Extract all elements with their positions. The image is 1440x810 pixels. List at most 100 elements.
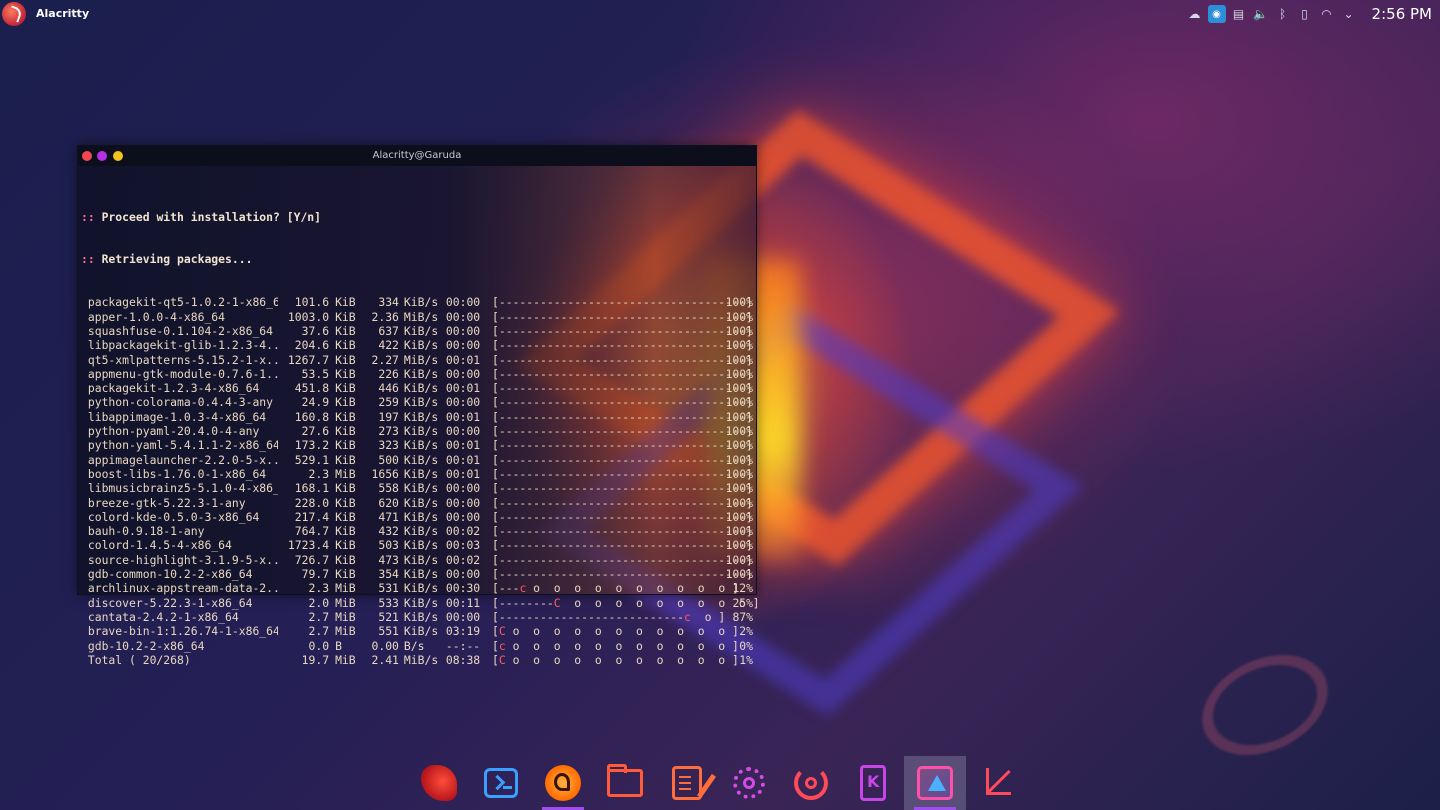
eta: 00:00: [445, 509, 481, 524]
size-unit: MiB: [335, 652, 356, 667]
dock-item-settings[interactable]: [718, 756, 780, 810]
battery-icon[interactable]: ▯: [1296, 5, 1314, 23]
dock-item-software-store[interactable]: [904, 756, 966, 810]
rate-unit: KiB/s: [403, 438, 439, 453]
size-unit: MiB: [335, 466, 356, 481]
package-name: discover-5.22.3-1-x86_64: [81, 595, 253, 610]
download-row: gdb-10.2-2-x86_64 0.0 B 0.00 B/s --:-- [c o o …: [81, 639, 753, 653]
download-rate: 354: [378, 567, 399, 582]
size-unit: KiB: [335, 538, 356, 553]
progress-percent: 100%: [725, 567, 754, 582]
package-name: packagekit-qt5-1.0.2-1-x86_64: [81, 295, 278, 310]
size-unit: KiB: [335, 381, 356, 396]
size-unit: KiB: [335, 481, 356, 496]
shield-icon[interactable]: ◉: [1207, 5, 1226, 23]
settings-icon: [733, 767, 765, 799]
rate-unit: KiB/s: [403, 295, 439, 310]
dock-item-file-manager[interactable]: [594, 756, 656, 810]
progress-percent: 100%: [725, 524, 754, 539]
package-size: 2.7: [308, 609, 330, 624]
chevron-down-icon[interactable]: ⌄: [1340, 5, 1358, 23]
package-name: boost-libs-1.76.0-1-x86_64: [81, 466, 267, 481]
eta: 00:00: [445, 338, 481, 353]
dock-item-screenshot-crop[interactable]: [966, 756, 1028, 810]
clock[interactable]: 2:56 PM: [1372, 5, 1432, 23]
progress-bar: [------------------------------------]: [492, 538, 753, 553]
terminal-output[interactable]: :: Proceed with installation? [Y/n] :: R…: [81, 181, 759, 696]
garuda-menu-icon[interactable]: [2, 2, 26, 26]
package-size: 764.7: [294, 524, 330, 539]
eta: 00:02: [445, 524, 481, 539]
eta: 00:30: [445, 581, 481, 596]
download-row: appmenu-gtk-module-0.7.6-1... 53.5 KiB 226 K…: [81, 367, 753, 381]
package-name: colord-1.4.5-4-x86_64: [81, 538, 232, 553]
pacman-progress-icon: C: [553, 595, 561, 610]
eta: 00:11: [445, 595, 481, 610]
download-row: packagekit-1.2.3-4-x86_64 451.8 KiB 446 KiB/…: [81, 381, 753, 395]
download-row: breeze-gtk-5.22.3-1-any 228.0 KiB 620 KiB/s 0…: [81, 496, 753, 510]
rate-unit: KiB/s: [403, 381, 439, 396]
eta: 00:00: [445, 567, 481, 582]
dock-item-garuda-assistant[interactable]: [532, 756, 594, 810]
progress-percent: 1%: [739, 652, 754, 667]
window-titlebar[interactable]: Alacritty@Garuda: [78, 146, 756, 166]
rate-unit: KiB/s: [403, 323, 439, 338]
package-name: Total ( 20/268): [81, 652, 191, 667]
progress-percent: 12%: [732, 581, 754, 596]
package-name: brave-bin-1:1.26.74-1-x86_64: [81, 624, 278, 639]
progress-bar: [------------------------------------]: [492, 452, 753, 467]
progress-percent: 100%: [725, 366, 754, 381]
size-unit: KiB: [335, 552, 356, 567]
package-name: python-pyaml-20.4.0-4-any: [81, 424, 260, 439]
gamer-icon: [794, 766, 828, 800]
garuda-welcome-icon: [421, 765, 457, 801]
package-size: 1723.4: [287, 538, 330, 553]
size-unit: KiB: [335, 395, 356, 410]
dock-item-terminal[interactable]: [470, 756, 532, 810]
progress-percent: 100%: [725, 295, 754, 310]
install-prompt: :: Proceed with installation? [Y/n]: [81, 209, 322, 224]
download-rate: 2.27: [371, 352, 399, 367]
eta: 00:00: [445, 295, 481, 310]
package-size: 217.4: [294, 509, 330, 524]
download-rate: 226: [378, 366, 399, 381]
window-title: Alacritty@Garuda: [372, 150, 462, 161]
rate-unit: MiB/s: [403, 309, 439, 324]
progress-bar: [------------------------------------]: [492, 567, 753, 582]
package-size: 37.6: [301, 323, 330, 338]
progress-bar: [------------------------------------]: [492, 466, 753, 481]
bluetooth-icon[interactable]: ᛒ: [1274, 5, 1292, 23]
dock-item-gamer[interactable]: [780, 756, 842, 810]
steam-icon[interactable]: ☁: [1186, 5, 1204, 23]
progress-percent: 2%: [739, 624, 754, 639]
eta: 00:01: [445, 409, 481, 424]
download-rate: 503: [378, 538, 399, 553]
download-row: appimagelauncher-2.2.0-5-x... 529.1 KiB 500…: [81, 453, 753, 467]
progress-bar: [c o o o o o o o o o o o ]: [492, 638, 739, 653]
size-unit: KiB: [335, 295, 356, 310]
package-name: appimagelauncher-2.2.0-5-x...: [81, 452, 278, 467]
retrieving-line: :: Retrieving packages...: [81, 252, 253, 267]
clipboard-icon[interactable]: ▤: [1230, 5, 1248, 23]
dock-item-kde-connect[interactable]: [842, 756, 904, 810]
eta: 00:00: [445, 424, 481, 439]
eta: 00:02: [445, 552, 481, 567]
dock-item-garuda-welcome[interactable]: [408, 756, 470, 810]
software-store-icon: [917, 766, 953, 800]
download-row: boost-libs-1.76.0-1-x86_64 2.3 MiB 1656 KiB/…: [81, 467, 753, 481]
pacman-progress-icon: C: [498, 652, 506, 667]
network-icon[interactable]: ◠: [1318, 5, 1336, 23]
download-row: bauh-0.9.18-1-any 764.7 KiB 432 KiB/s 00:02 [-…: [81, 524, 753, 538]
size-unit: MiB: [335, 624, 356, 639]
volume-icon[interactable]: 🔈: [1252, 5, 1270, 23]
rate-unit: KiB/s: [403, 424, 439, 439]
terminal-window[interactable]: Alacritty@Garuda :: Proceed with install…: [77, 145, 759, 667]
text-editor-icon: [672, 766, 702, 800]
eta: 00:01: [445, 352, 481, 367]
size-unit: KiB: [335, 352, 356, 367]
rate-unit: KiB/s: [403, 524, 439, 539]
progress-percent: 100%: [725, 338, 754, 353]
download-rate: 637: [378, 323, 399, 338]
rate-unit: KiB/s: [403, 452, 439, 467]
dock-item-text-editor[interactable]: [656, 756, 718, 810]
